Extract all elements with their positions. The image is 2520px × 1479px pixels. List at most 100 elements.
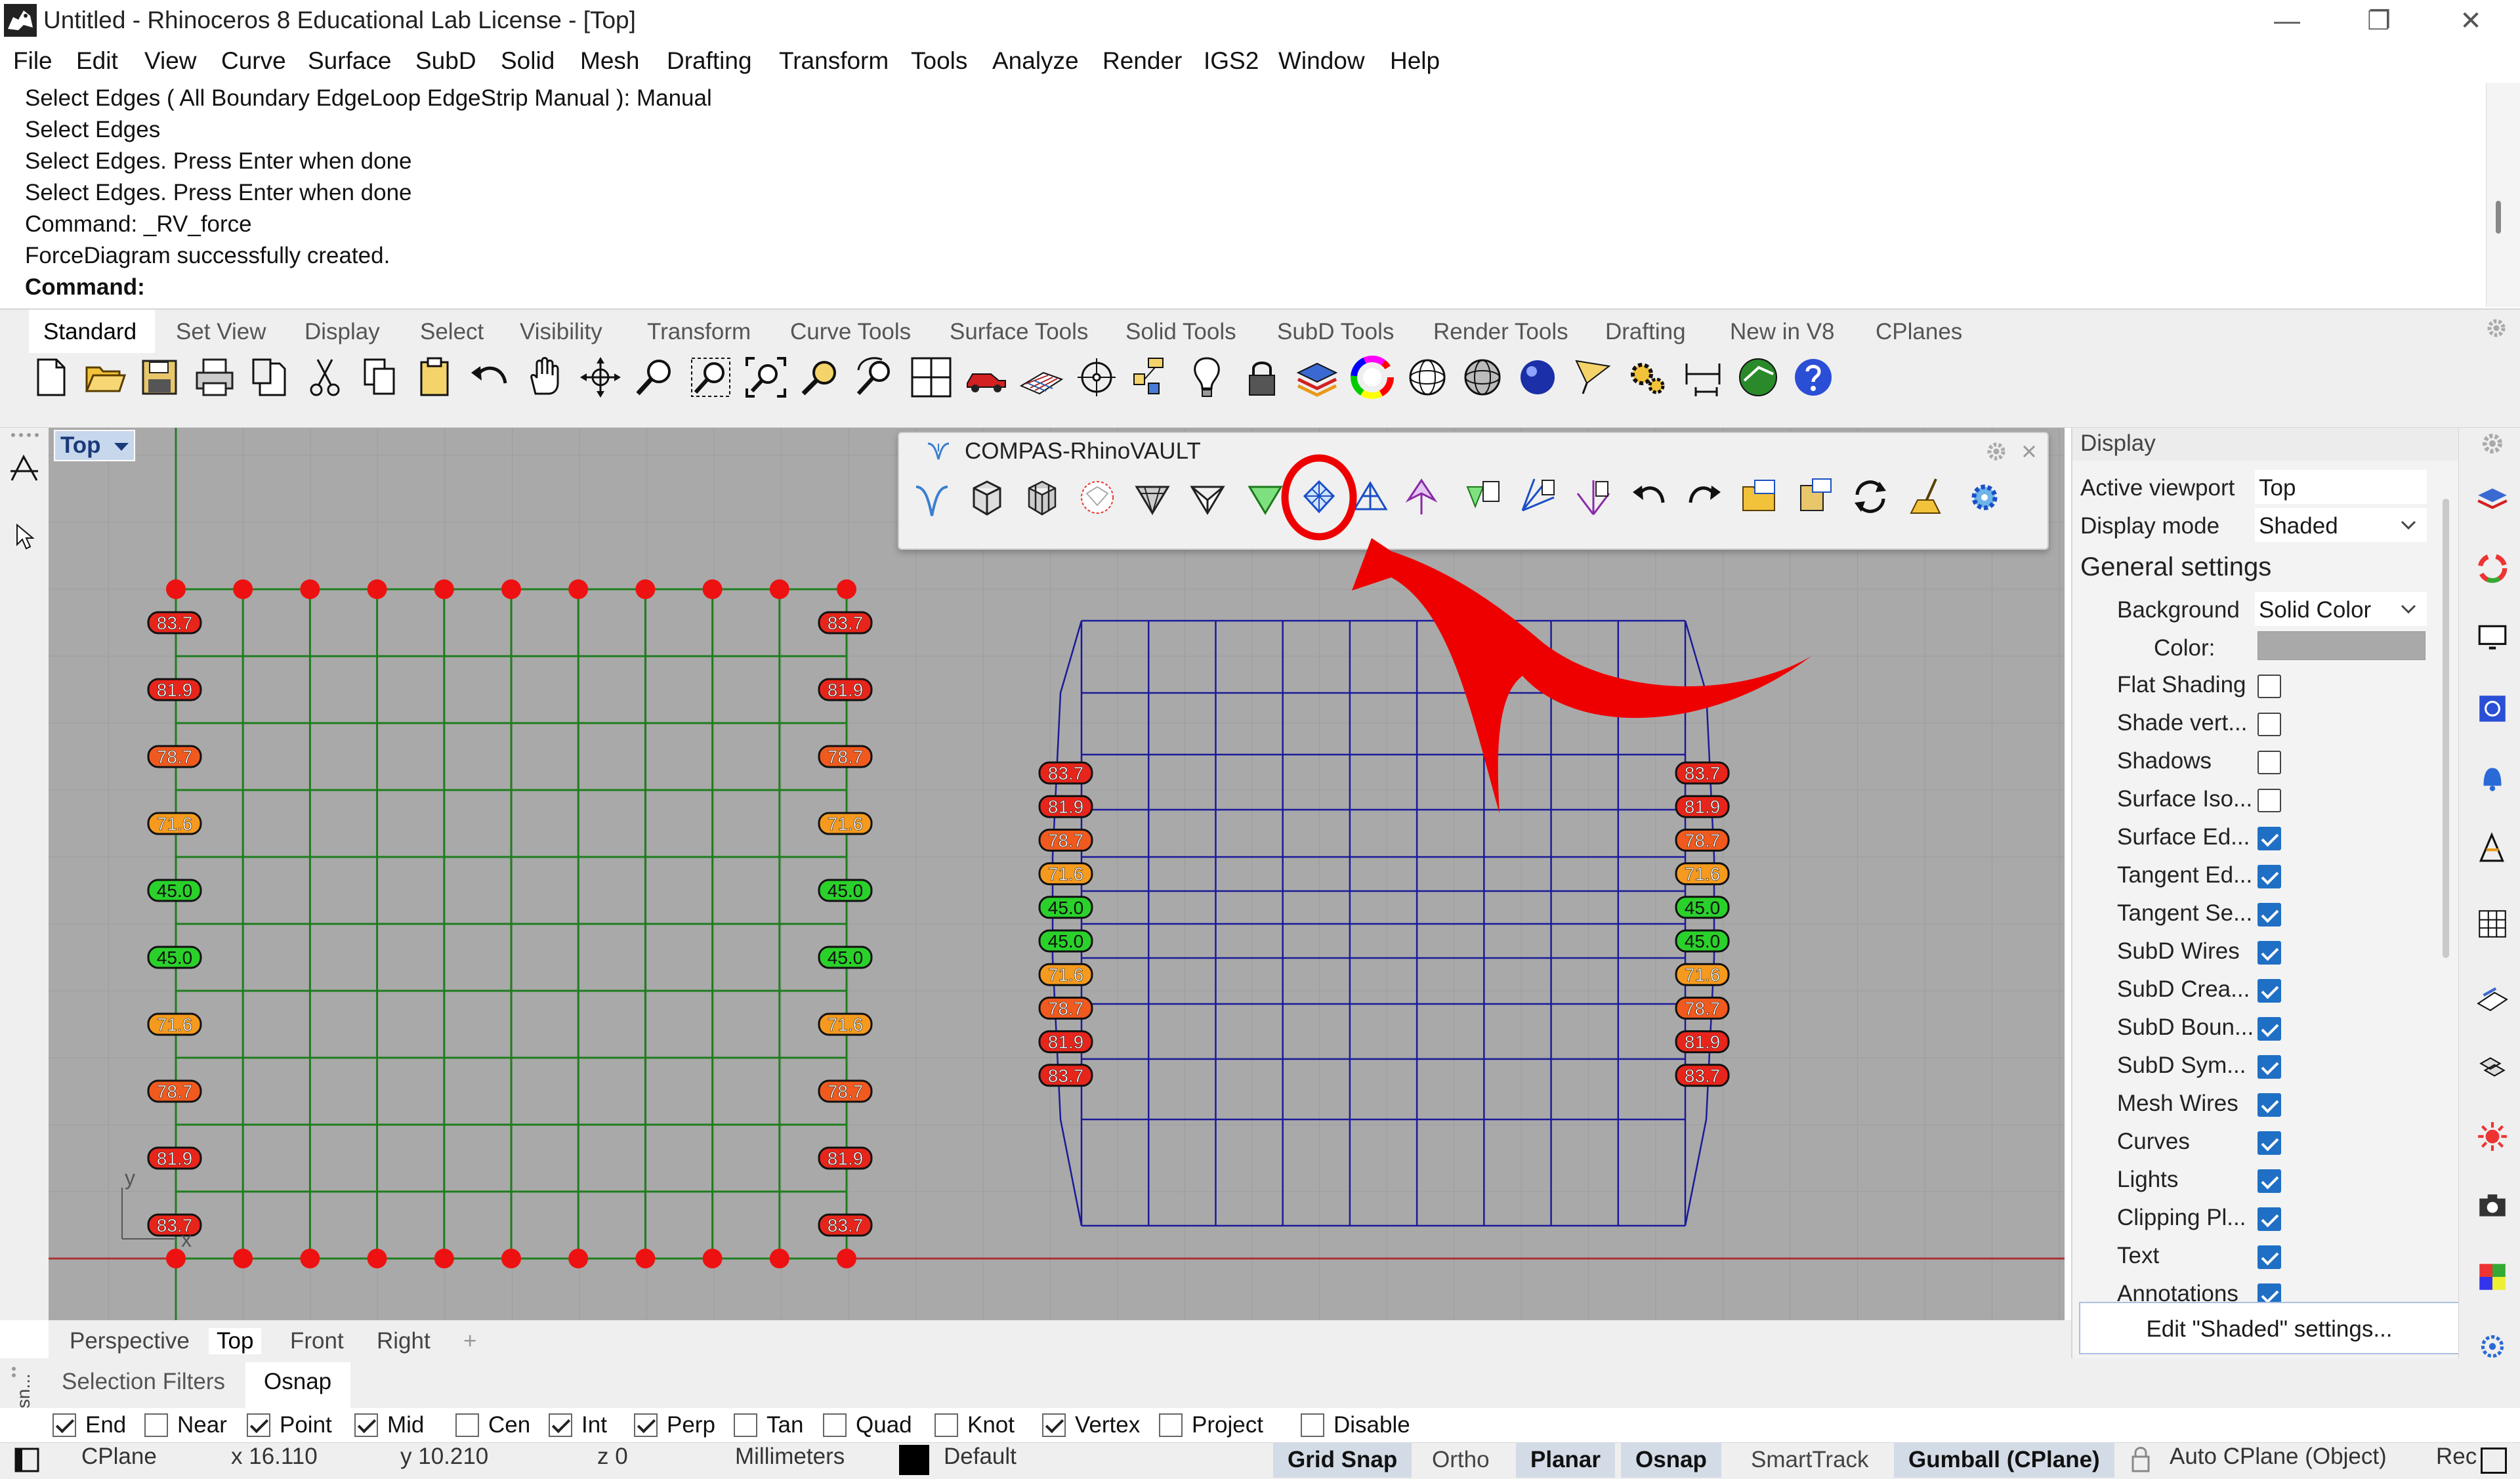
undo-icon[interactable] <box>1630 474 1671 520</box>
stack-green-icon[interactable] <box>1463 474 1504 520</box>
ortho-toggle[interactable]: Ortho <box>1418 1442 1504 1478</box>
support-node[interactable] <box>702 579 723 599</box>
menu-view[interactable]: View <box>144 47 197 75</box>
circle-mesh-icon[interactable] <box>1078 474 1118 520</box>
display-option-checkbox[interactable] <box>2258 865 2281 888</box>
sphere-blue-icon[interactable] <box>1515 354 1561 400</box>
tab-osnap[interactable]: Osnap <box>245 1362 350 1408</box>
tab-cplanes[interactable]: CPlanes <box>1876 319 1962 345</box>
new-file-icon[interactable] <box>28 354 74 400</box>
menu-window[interactable]: Window <box>1278 47 1365 75</box>
save-icon[interactable] <box>136 354 182 400</box>
support-node[interactable] <box>568 1249 589 1268</box>
auto-cplane-lock-icon[interactable] <box>2129 1444 2152 1475</box>
status-layer[interactable]: Default <box>944 1444 1017 1470</box>
color-wheel-icon[interactable] <box>1349 354 1395 400</box>
osnap-checkbox[interactable] <box>1301 1413 1324 1437</box>
support-node[interactable] <box>769 579 789 599</box>
background-select[interactable]: Solid Color <box>2255 592 2427 626</box>
support-node[interactable] <box>367 579 387 599</box>
menu-help[interactable]: Help <box>1390 47 1440 75</box>
tab-drafting[interactable]: Drafting <box>1605 319 1686 345</box>
support-node[interactable] <box>635 579 656 599</box>
drafting-panel-icon[interactable] <box>2475 831 2510 865</box>
display-option-checkbox[interactable] <box>2258 1245 2281 1269</box>
zoom-icon[interactable] <box>633 354 679 400</box>
menu-subd[interactable]: SubD <box>415 47 476 75</box>
support-node[interactable] <box>568 579 589 599</box>
paste-icon[interactable] <box>412 354 458 400</box>
compas-settings-gear-icon[interactable] <box>1984 440 2008 463</box>
notifications-bell-icon[interactable] <box>2475 761 2510 795</box>
box-wire-icon[interactable] <box>967 474 1008 520</box>
layer-stack-icon[interactable] <box>1294 354 1340 400</box>
viewport-menu-chevron-icon[interactable] <box>112 440 131 453</box>
support-node[interactable] <box>837 579 856 599</box>
status-cplane[interactable]: CPlane <box>81 1444 157 1470</box>
status-record[interactable]: Rec <box>2436 1444 2477 1470</box>
support-node[interactable] <box>233 579 253 599</box>
support-node[interactable] <box>501 579 521 599</box>
support-node[interactable] <box>434 579 454 599</box>
active-viewport-field[interactable]: Top <box>2255 470 2427 504</box>
tab-transform[interactable]: Transform <box>647 319 751 345</box>
undo-icon-hitbox[interactable] <box>1630 474 1671 520</box>
support-node[interactable] <box>233 1249 253 1268</box>
display-option-checkbox[interactable] <box>2258 979 2281 1003</box>
print-icon[interactable] <box>192 354 238 400</box>
maximize-button[interactable]: ❐ <box>2349 3 2408 39</box>
named-cplanes-icon[interactable] <box>2475 980 2510 1014</box>
import-icon[interactable] <box>247 354 293 400</box>
settings-gear-icon[interactable] <box>1965 474 2006 520</box>
tab-visibility[interactable]: Visibility <box>520 319 602 345</box>
add-viewport-tab-button[interactable]: + <box>463 1328 476 1354</box>
block-panel-icon[interactable] <box>2475 1050 2510 1084</box>
viewport-tab-perspective[interactable]: Perspective <box>70 1328 190 1354</box>
tab-selection-filters[interactable]: Selection Filters <box>62 1369 225 1395</box>
grid-snap-toggle[interactable]: Grid Snap <box>1273 1442 1412 1478</box>
cut-icon[interactable] <box>302 354 348 400</box>
support-node[interactable] <box>434 1249 454 1268</box>
rv-save-icon[interactable] <box>1796 474 1836 520</box>
menu-edit[interactable]: Edit <box>76 47 118 75</box>
gears-icon[interactable] <box>1625 354 1671 400</box>
tab-display[interactable]: Display <box>304 319 380 345</box>
display-mode-select[interactable]: Shaded <box>2255 508 2427 542</box>
support-node[interactable] <box>166 1249 186 1268</box>
display-option-checkbox[interactable] <box>2258 1093 2281 1117</box>
viewport-title-tab[interactable]: Top <box>54 430 135 461</box>
support-node[interactable] <box>166 579 186 599</box>
menu-tools[interactable]: Tools <box>911 47 967 75</box>
layer-color-swatch[interactable] <box>899 1445 929 1475</box>
osnap-checkbox[interactable] <box>144 1413 168 1437</box>
fan-purple-icon[interactable] <box>1574 474 1614 520</box>
tab-curve-tools[interactable]: Curve Tools <box>790 319 911 345</box>
support-node[interactable] <box>635 1249 656 1268</box>
menu-analyze[interactable]: Analyze <box>992 47 1079 75</box>
osnap-checkbox[interactable] <box>247 1413 270 1437</box>
sphere-rendered-icon[interactable] <box>1460 354 1505 400</box>
triangle-wire-icon[interactable] <box>1188 474 1228 520</box>
support-node[interactable] <box>300 1249 320 1268</box>
material-panel-icon[interactable] <box>2475 551 2510 585</box>
minimize-button[interactable]: — <box>2258 3 2317 39</box>
osnap-checkbox[interactable] <box>823 1413 847 1437</box>
record-box-icon[interactable] <box>2481 1448 2507 1474</box>
triangle-flag-icon[interactable] <box>1570 354 1616 400</box>
copy-icon[interactable] <box>357 354 403 400</box>
left-strip-grip-icon[interactable] <box>8 430 41 440</box>
osnap-checkbox[interactable] <box>634 1413 658 1437</box>
viewport-tab-top[interactable]: Top <box>209 1328 262 1354</box>
rotate-camera-icon[interactable] <box>853 354 899 400</box>
named-views-car-icon[interactable] <box>963 354 1009 400</box>
help-icon[interactable] <box>1790 354 1836 400</box>
menu-mesh[interactable]: Mesh <box>580 47 639 75</box>
display-option-checkbox[interactable] <box>2258 1055 2281 1079</box>
fan-blue-icon[interactable] <box>1519 474 1559 520</box>
polyline-tool-icon[interactable] <box>8 451 41 484</box>
broom-icon[interactable] <box>1907 474 1948 520</box>
support-node[interactable] <box>769 1249 789 1268</box>
menu-curve[interactable]: Curve <box>221 47 286 75</box>
gumball-toggle[interactable]: Gumball (CPlane) <box>1894 1442 2114 1478</box>
tab-render-tools[interactable]: Render Tools <box>1433 319 1568 345</box>
